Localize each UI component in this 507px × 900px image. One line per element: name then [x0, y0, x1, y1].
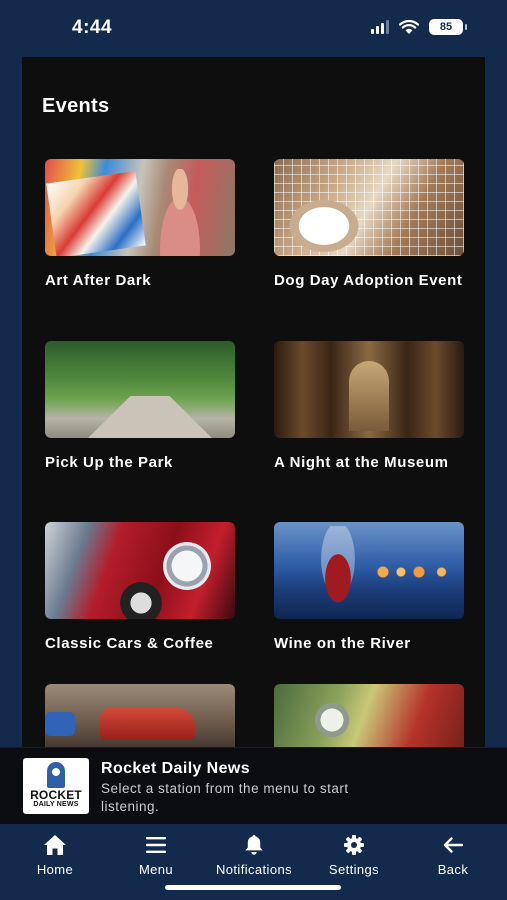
tab-label: Home: [36, 862, 74, 877]
painting-image: [46, 171, 146, 256]
battery-indicator: 85: [429, 19, 467, 35]
station-logo: ROCKET DAILY NEWS: [23, 758, 89, 814]
event-card-pick-up-the-park[interactable]: Pick Up the Park: [45, 341, 235, 473]
vintage-car-image: [312, 700, 352, 740]
city-lights-image: [374, 562, 464, 582]
rocket-icon: [47, 762, 65, 788]
event-thumbnail[interactable]: [274, 341, 464, 438]
race-car-image: [100, 708, 195, 740]
arrow-left-icon: [408, 834, 498, 856]
player-title: Rocket Daily News: [101, 760, 251, 777]
tab-back[interactable]: Back: [408, 834, 498, 877]
event-card-classic-cars[interactable]: Classic Cars & Coffee: [45, 522, 235, 654]
tab-settings[interactable]: Settings: [309, 834, 399, 877]
event-title[interactable]: A Night at the Museum: [274, 452, 464, 473]
section-title: Events: [42, 95, 110, 117]
event-title[interactable]: Classic Cars & Coffee: [45, 633, 235, 654]
dog-image: [280, 193, 360, 253]
event-card-dog-day-adoption[interactable]: Dog Day Adoption Event: [274, 159, 464, 291]
event-title[interactable]: Art After Dark: [45, 270, 235, 291]
event-card-vintage-car[interactable]: [274, 684, 464, 747]
person-image: [149, 169, 211, 256]
race-car-image: [45, 712, 75, 736]
player-subtitle: Select a station from the menu to start …: [101, 781, 349, 814]
event-card-wine-on-river[interactable]: Wine on the River: [274, 522, 464, 654]
event-thumbnail[interactable]: [274, 159, 464, 256]
event-thumbnail[interactable]: [274, 522, 464, 619]
home-icon: [10, 834, 100, 856]
event-thumbnail[interactable]: [45, 159, 235, 256]
tab-notifications[interactable]: Notifications: [209, 834, 299, 877]
event-title[interactable]: Pick Up the Park: [45, 452, 235, 473]
left-margin: [0, 57, 22, 747]
logo-text: DAILY NEWS: [33, 801, 79, 808]
tab-label: Menu: [138, 862, 174, 877]
tab-home[interactable]: Home: [10, 834, 100, 877]
bell-icon: [209, 834, 299, 856]
gear-icon: [309, 834, 399, 856]
event-thumbnail[interactable]: [274, 684, 464, 747]
event-card-race[interactable]: [45, 684, 235, 747]
event-thumbnail[interactable]: [45, 341, 235, 438]
status-icons: 85: [371, 19, 467, 35]
event-card-art-after-dark[interactable]: Art After Dark: [45, 159, 235, 291]
status-bar: 4:44 85: [0, 0, 507, 57]
wine-glass-image: [310, 526, 366, 619]
tab-label: Back: [437, 862, 469, 877]
events-content[interactable]: Events Art After Dark Dog Day Adoption E…: [22, 57, 485, 747]
event-thumbnail[interactable]: [45, 522, 235, 619]
tab-label: Settings: [328, 862, 380, 877]
park-path-image: [85, 396, 215, 438]
car-wheel-image: [120, 582, 162, 619]
cellular-signal-icon: [371, 20, 389, 34]
wifi-icon: [399, 19, 419, 34]
status-time: 4:44: [72, 17, 113, 38]
tab-menu[interactable]: Menu: [111, 834, 201, 877]
tab-label: Notifications: [215, 862, 292, 877]
museum-hall-image: [349, 361, 389, 431]
logo-text: ROCKET: [30, 788, 82, 802]
mini-player[interactable]: ROCKET DAILY NEWS Rocket Daily News Sele…: [0, 747, 507, 824]
menu-icon: [111, 834, 201, 856]
event-title[interactable]: Dog Day Adoption Event: [274, 270, 464, 291]
event-card-night-at-museum[interactable]: A Night at the Museum: [274, 341, 464, 473]
event-thumbnail[interactable]: [45, 684, 235, 747]
car-headlight-image: [163, 542, 211, 590]
home-indicator: [165, 885, 341, 890]
right-margin: [485, 57, 507, 747]
event-title[interactable]: Wine on the River: [274, 633, 464, 654]
